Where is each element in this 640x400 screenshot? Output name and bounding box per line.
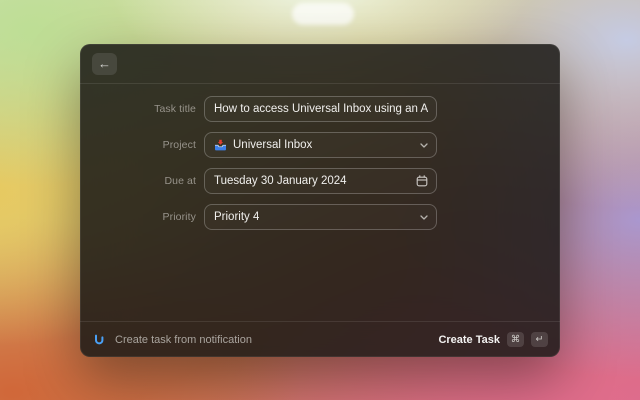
- project-label: Project: [162, 139, 196, 151]
- due-at-value: Tuesday 30 January 2024: [214, 175, 347, 187]
- project-value: Universal Inbox: [233, 139, 313, 151]
- chevron-down-icon: [420, 214, 428, 220]
- footer-command-info: Create task from notification: [92, 333, 252, 347]
- enter-keycap-icon: ↵: [531, 332, 548, 347]
- create-task-label: Create Task: [438, 333, 500, 346]
- desktop-background: ← Task title Project: [0, 0, 640, 400]
- due-at-row: Due at Tuesday 30 January 2024: [80, 168, 560, 194]
- due-at-field[interactable]: Tuesday 30 January 2024: [204, 168, 437, 194]
- universal-inbox-logo-icon: [92, 333, 106, 347]
- calendar-icon: [416, 175, 428, 187]
- window-header: ←: [80, 44, 560, 84]
- priority-value: Priority 4: [214, 211, 260, 223]
- back-button[interactable]: ←: [92, 52, 117, 75]
- footer-command-title: Create task from notification: [115, 333, 252, 346]
- back-icon: ←: [98, 55, 111, 71]
- task-form: Task title Project Un: [80, 84, 560, 230]
- due-at-label: Due at: [164, 175, 196, 187]
- project-select[interactable]: Universal Inbox: [204, 132, 437, 158]
- create-task-action[interactable]: Create Task ⌘ ↵: [438, 332, 548, 347]
- task-title-row: Task title: [80, 96, 560, 122]
- priority-label: Priority: [162, 211, 196, 223]
- project-row: Project Universal Inbox: [80, 132, 560, 158]
- window-footer: Create task from notification Create Tas…: [80, 321, 560, 357]
- create-task-window: ← Task title Project: [80, 44, 560, 357]
- task-title-input[interactable]: [214, 103, 428, 115]
- background-blob: [292, 3, 354, 25]
- priority-select[interactable]: Priority 4: [204, 204, 437, 230]
- task-title-label: Task title: [154, 103, 196, 115]
- cmd-keycap-icon: ⌘: [507, 332, 524, 347]
- chevron-down-icon: [420, 142, 428, 148]
- inbox-tray-icon: [214, 139, 227, 152]
- task-title-field: [204, 96, 437, 122]
- priority-row: Priority Priority 4: [80, 204, 560, 230]
